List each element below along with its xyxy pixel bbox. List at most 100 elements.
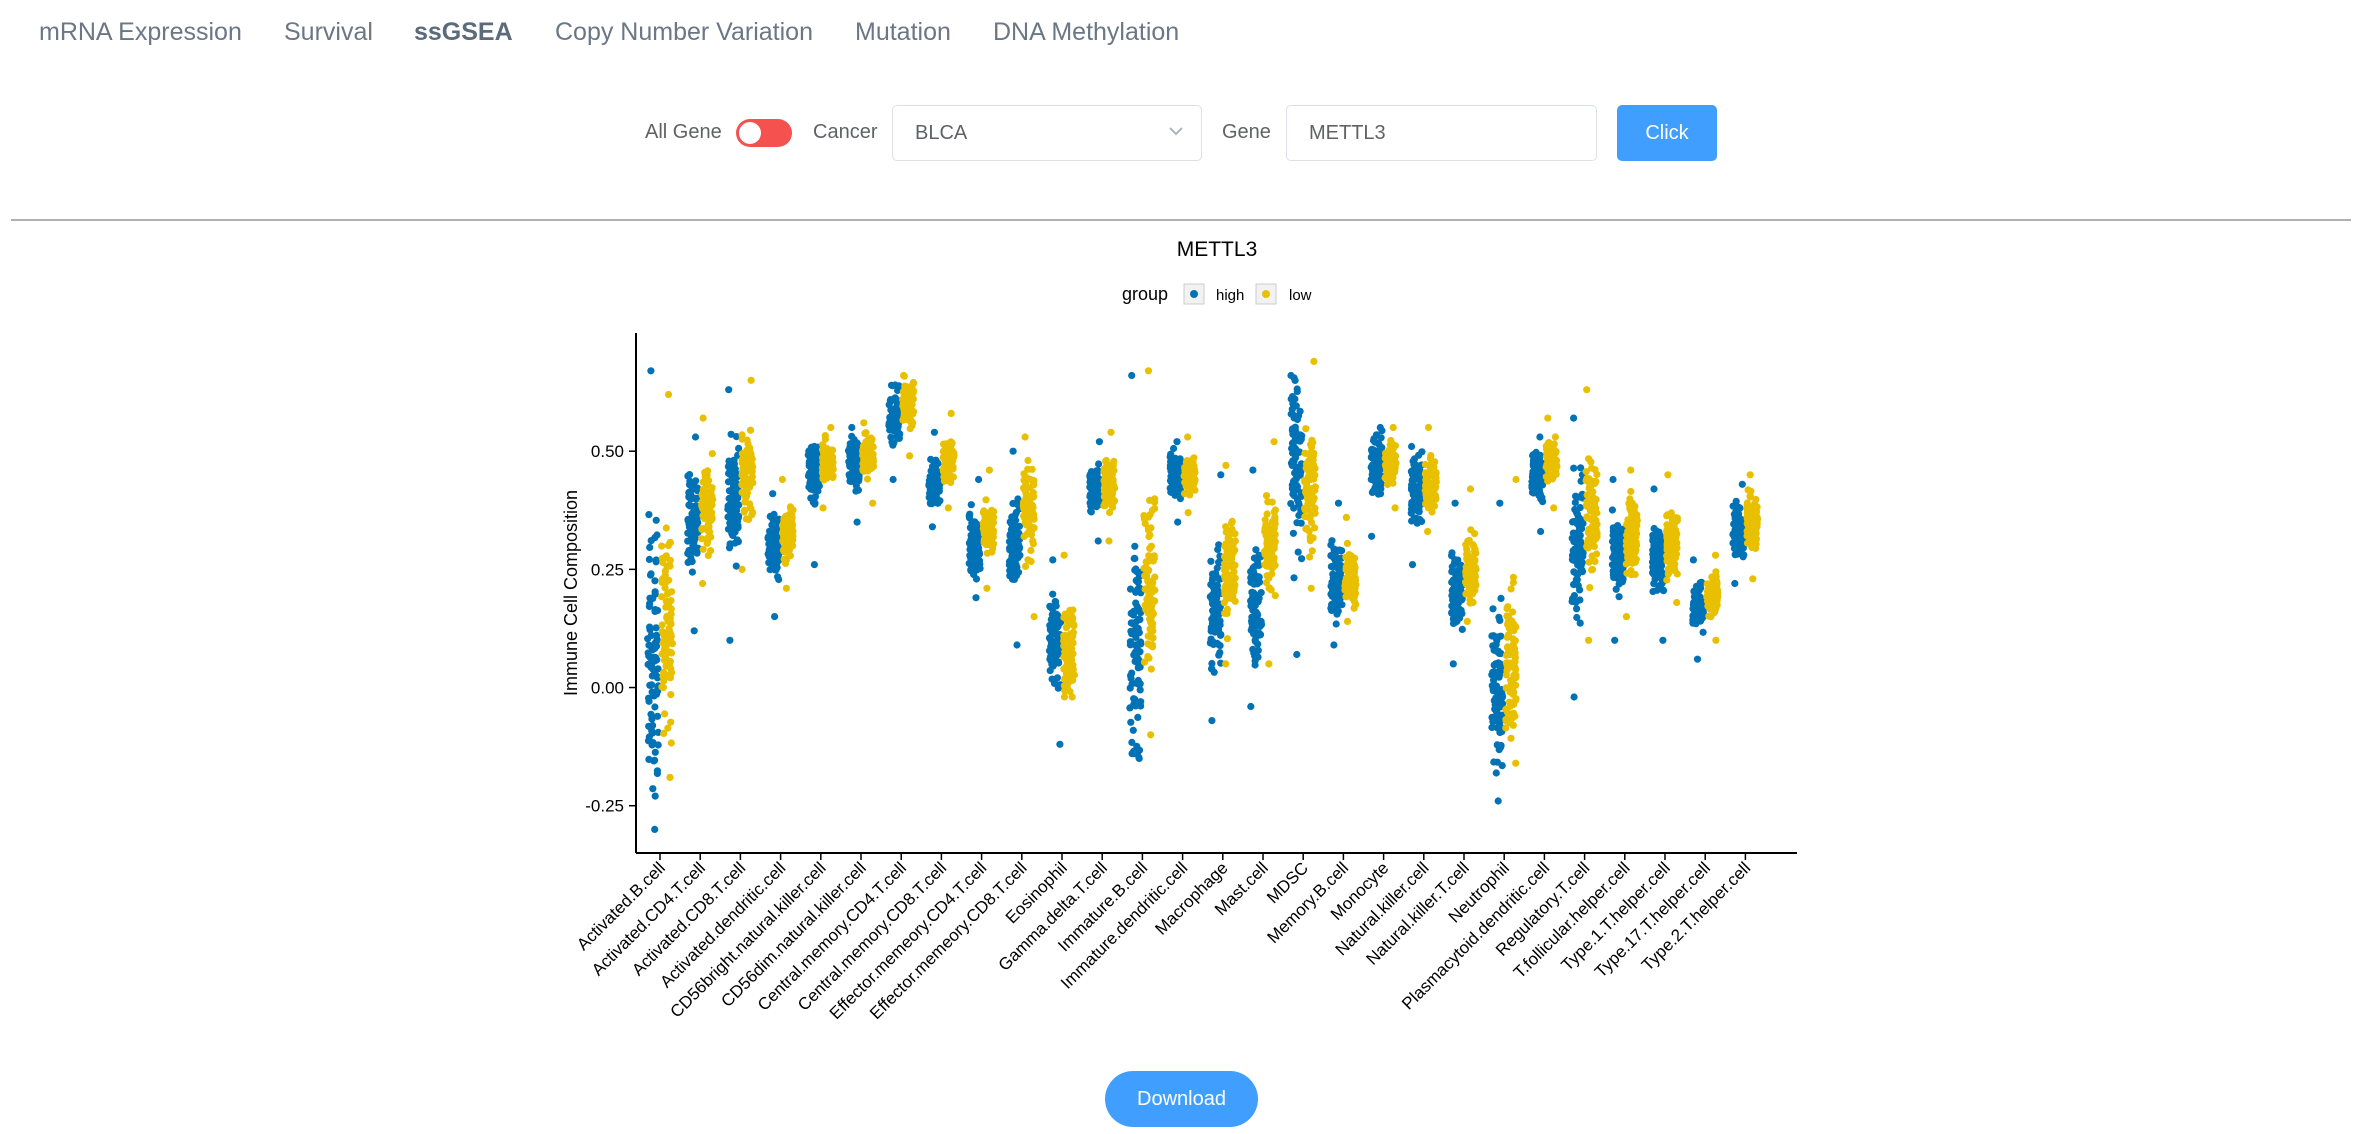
data-point-high <box>1650 485 1658 493</box>
tab-dna-methylation[interactable]: DNA Methylation <box>993 18 1179 47</box>
all-gene-toggle[interactable] <box>736 119 792 147</box>
data-point-high <box>1254 646 1262 654</box>
data-point-high <box>1618 578 1626 586</box>
data-point-low <box>1149 554 1157 562</box>
data-point-high <box>1127 718 1135 726</box>
data-point-high <box>1130 700 1138 708</box>
data-point-low <box>1349 569 1357 577</box>
gene-label: Gene <box>1222 121 1271 143</box>
data-point-high <box>652 556 660 564</box>
data-point-high <box>1133 646 1141 654</box>
data-point-low <box>1144 526 1152 534</box>
all-gene-label: All Gene <box>645 121 722 143</box>
data-point-high <box>651 703 659 711</box>
data-point-high <box>1368 488 1376 496</box>
data-point-high <box>651 691 659 699</box>
data-point-low <box>867 434 875 442</box>
data-point-low <box>1712 636 1720 644</box>
data-point-low <box>743 457 751 466</box>
data-point-low <box>660 677 668 685</box>
data-point-high <box>1207 557 1215 565</box>
data-point-low <box>1270 517 1278 525</box>
data-point-high <box>1289 440 1297 448</box>
y-tick-label: -0.25 <box>585 797 624 816</box>
data-point-low <box>1663 512 1671 520</box>
data-point-low <box>823 445 832 453</box>
data-point-low <box>1350 581 1358 589</box>
y-axis-label: Immune Cell Composition <box>561 490 581 696</box>
legend-title: group <box>1122 284 1168 304</box>
data-point-high <box>1658 562 1666 570</box>
tab-ssgsea[interactable]: ssGSEA <box>414 18 513 47</box>
data-point-low <box>1587 458 1595 466</box>
data-point-high <box>1458 625 1466 633</box>
data-point-high <box>1372 431 1381 439</box>
data-point-high <box>1253 580 1261 588</box>
data-point-low <box>981 516 989 524</box>
data-point-low <box>1585 636 1593 644</box>
data-point-high <box>691 530 699 538</box>
data-point-low <box>1028 501 1036 509</box>
data-point-low <box>1065 636 1073 644</box>
data-point-low <box>704 489 712 497</box>
data-point-high <box>1136 686 1144 694</box>
data-point-high <box>1288 461 1296 470</box>
data-point-low <box>1303 459 1311 467</box>
tab-copy-number-variation[interactable]: Copy Number Variation <box>555 18 813 47</box>
data-point-high <box>688 557 696 566</box>
data-point-low <box>821 432 829 440</box>
data-point-high <box>1494 797 1502 805</box>
data-point-high <box>1408 561 1417 569</box>
data-point-low <box>1030 613 1038 621</box>
data-point-low <box>1019 484 1028 492</box>
data-point-high <box>648 681 656 689</box>
tab-mutation[interactable]: Mutation <box>855 18 951 47</box>
data-point-low <box>1305 494 1313 502</box>
data-point-low <box>1631 570 1639 579</box>
data-point-low <box>944 504 952 512</box>
data-point-low <box>1302 425 1310 433</box>
data-point-low <box>1110 466 1118 475</box>
data-point-low <box>708 450 716 458</box>
data-point-low <box>1141 585 1149 593</box>
data-point-low <box>1670 563 1678 572</box>
data-point-low <box>985 466 994 474</box>
tab-survival[interactable]: Survival <box>284 18 373 47</box>
data-point-low <box>1225 546 1233 554</box>
data-point-low <box>1462 541 1470 549</box>
data-point-high <box>1370 451 1379 459</box>
data-point-low <box>704 551 712 560</box>
data-point-low <box>1024 456 1032 465</box>
data-point-low <box>662 552 670 560</box>
data-point-high <box>1732 497 1740 505</box>
data-point-low <box>1509 635 1517 643</box>
gene-input[interactable] <box>1286 105 1597 161</box>
data-point-low <box>1587 497 1595 505</box>
cancer-select[interactable]: BLCA <box>892 105 1202 161</box>
data-point-low <box>1105 537 1113 545</box>
data-point-high <box>1011 573 1019 581</box>
data-point-high <box>975 475 983 484</box>
data-point-high <box>1495 613 1503 621</box>
data-point-low <box>980 530 989 538</box>
data-point-high <box>1332 620 1340 628</box>
data-point-low <box>658 621 666 629</box>
data-point-low <box>905 416 913 424</box>
data-point-high <box>1338 601 1346 609</box>
data-point-low <box>1583 474 1591 482</box>
data-point-low <box>1270 438 1278 446</box>
submit-button[interactable]: Click <box>1617 105 1717 161</box>
data-point-high <box>1573 605 1581 613</box>
chart-title: METTL3 <box>1177 238 1258 261</box>
data-point-high <box>1529 451 1537 459</box>
data-point-high <box>1534 488 1542 496</box>
data-point-high <box>1135 753 1143 762</box>
data-point-low <box>863 475 872 483</box>
data-point-high <box>1493 698 1501 706</box>
data-point-high <box>1249 466 1257 474</box>
data-point-low <box>1265 574 1273 582</box>
data-point-low <box>1223 635 1231 643</box>
data-point-low <box>658 593 666 601</box>
data-point-low <box>1221 560 1229 568</box>
tab-mrna-expression[interactable]: mRNA Expression <box>39 18 242 47</box>
